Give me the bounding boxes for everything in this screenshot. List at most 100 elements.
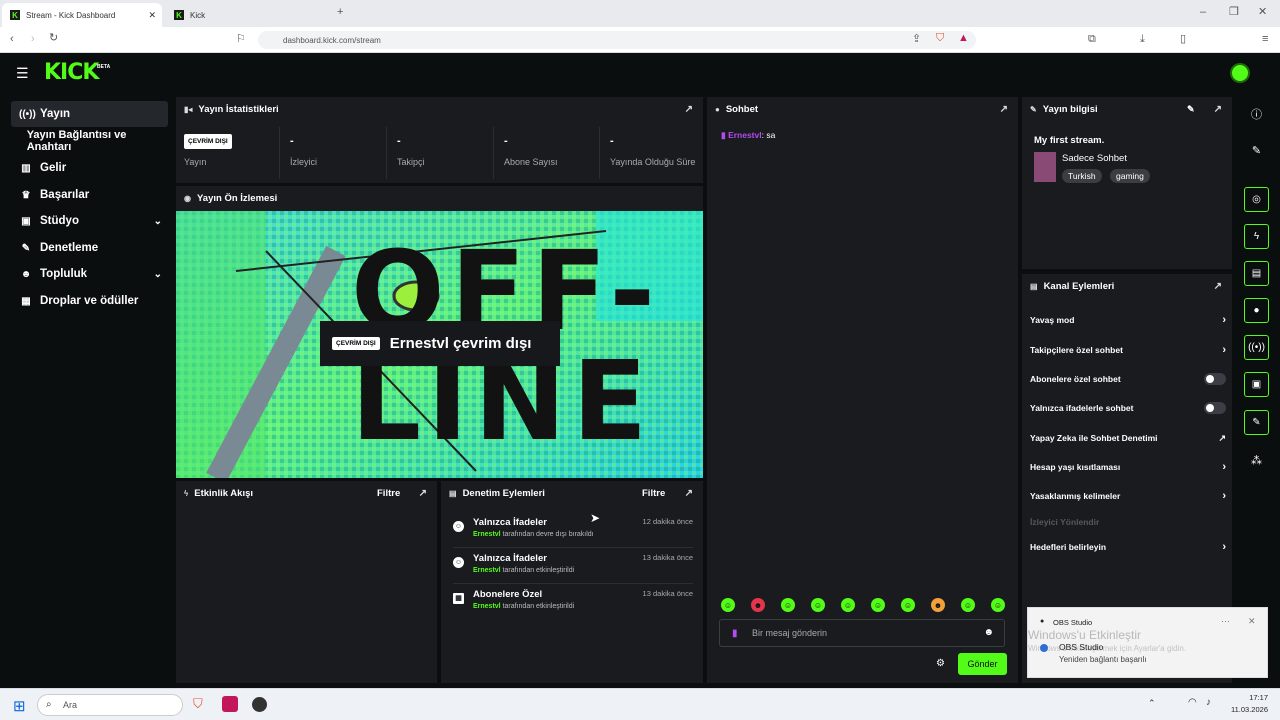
- chat-placeholder: Bir mesaj gönderin: [752, 628, 828, 638]
- emoji-icon[interactable]: ☻: [983, 627, 994, 638]
- external-link-icon[interactable]: ↗: [1214, 281, 1222, 292]
- category-name[interactable]: Sadece Sohbet: [1062, 153, 1127, 164]
- edit-pencil-icon[interactable]: ✎: [1187, 104, 1195, 115]
- tab-kick[interactable]: K Kick: [166, 3, 326, 27]
- action-account-age[interactable]: Hesap yaşı kısıtlaması ›: [1030, 457, 1226, 477]
- url-field[interactable]: dashboard.kick.com/stream: [258, 31, 976, 49]
- wrench-icon[interactable]: ✎: [1244, 410, 1269, 435]
- tray-chevron-icon[interactable]: ⌃: [1148, 698, 1156, 709]
- broadcast-icon[interactable]: ((•)): [1244, 335, 1269, 360]
- volume-icon[interactable]: ♪: [1206, 697, 1211, 708]
- action-ai-moderation[interactable]: Yapay Zeka ile Sohbet Denetimi ↗: [1030, 428, 1226, 448]
- emote-icon[interactable]: ☺: [901, 598, 915, 612]
- pinned-app-icon[interactable]: [222, 696, 238, 712]
- chevron-right-icon: ›: [1222, 541, 1226, 553]
- info-icon[interactable]: ⓘ: [1244, 101, 1269, 126]
- download-icon[interactable]: ⤓: [1140, 34, 1145, 45]
- share-icon[interactable]: ⇪: [912, 34, 921, 45]
- settings-gear-icon[interactable]: ⚙: [936, 658, 945, 669]
- add-widget-icon[interactable]: ⁂: [1244, 448, 1269, 473]
- action-slow-mode[interactable]: Yavaş mod ›: [1030, 310, 1226, 330]
- close-icon[interactable]: ✕: [1248, 616, 1256, 627]
- panel-header: ▤ Denetim Eylemleri Filtre ↗: [441, 481, 703, 505]
- emote-icon[interactable]: ☺: [721, 598, 735, 612]
- tab-stream-dashboard[interactable]: K Stream - Kick Dashboard ✕: [2, 3, 162, 27]
- sidebar-item-stream-key[interactable]: Yayın Bağlantısı ve Anahtarı: [11, 128, 168, 154]
- send-button[interactable]: Gönder: [958, 653, 1007, 675]
- maximize-icon[interactable]: ❐: [1229, 7, 1239, 18]
- obs-app-icon[interactable]: [252, 697, 267, 712]
- tag-chip[interactable]: Turkish: [1062, 169, 1102, 183]
- bolt-icon[interactable]: ϟ: [1244, 224, 1269, 249]
- emote-icon[interactable]: ☺: [781, 598, 795, 612]
- avatar[interactable]: [1230, 63, 1250, 83]
- address-bar: ‹ › ↻ ⚐ dashboard.kick.com/stream ⇪ ⛉ ▲ …: [0, 27, 1280, 53]
- action-banned-words[interactable]: Yasaklanmış kelimeler ›: [1030, 486, 1226, 506]
- emote-icon[interactable]: ☻: [751, 598, 765, 612]
- wifi-icon[interactable]: ◠: [1188, 697, 1197, 708]
- stat-label: Abone Sayısı: [504, 157, 558, 167]
- external-link-icon[interactable]: ↗: [685, 104, 693, 115]
- emotes-only-toggle[interactable]: [1204, 402, 1226, 414]
- sidebar-item-droplar[interactable]: ▦ Droplar ve ödüller: [11, 288, 168, 314]
- chat-icon[interactable]: ●: [1244, 298, 1269, 323]
- more-options-icon[interactable]: ⋯: [1221, 616, 1230, 627]
- forward-icon[interactable]: ›: [31, 34, 35, 45]
- brave-shield-icon[interactable]: ⛉: [936, 33, 944, 44]
- emote-icon[interactable]: ☺: [961, 598, 975, 612]
- chat-input[interactable]: ▮ Bir mesaj gönderin ☻: [719, 619, 1005, 647]
- menu-icon[interactable]: ≡: [1262, 34, 1268, 45]
- preview-panel: ◉ Yayın Ön İzlemesi: [176, 186, 703, 211]
- emote-icon[interactable]: ☺: [871, 598, 885, 612]
- emote-icon[interactable]: ☺: [811, 598, 825, 612]
- emote-icon[interactable]: ☻: [931, 598, 945, 612]
- channel-icon[interactable]: ▣: [1244, 372, 1269, 397]
- panel-header: ✎ Yayın bilgisi ✎ ↗: [1022, 97, 1232, 121]
- sidebar-item-denetleme[interactable]: ✎ Denetleme: [11, 235, 168, 261]
- close-tab-icon[interactable]: ✕: [148, 10, 156, 21]
- sidebar-item-gelir[interactable]: ▥ Gelir: [11, 155, 168, 181]
- bookmark-icon[interactable]: ⚐: [236, 34, 246, 45]
- new-tab-icon[interactable]: +: [337, 7, 343, 18]
- hamburger-icon[interactable]: ☰: [16, 65, 29, 82]
- external-link-icon[interactable]: ↗: [419, 488, 427, 499]
- camera-icon[interactable]: ◎: [1244, 187, 1269, 212]
- external-link-icon[interactable]: ↗: [1214, 104, 1222, 115]
- sidebar-item-basarilar[interactable]: ♛ Başarılar: [11, 182, 168, 208]
- filter-button[interactable]: Filtre: [642, 488, 665, 499]
- extensions-icon[interactable]: ⧉: [1088, 34, 1096, 45]
- sidebar-item-studyo[interactable]: ▣ Stüdyo ⌄: [11, 208, 168, 234]
- tag-chip[interactable]: gaming: [1110, 169, 1150, 183]
- windows-start-icon[interactable]: ⊞: [13, 697, 26, 715]
- action-followers-only[interactable]: Takipçilere özel sohbet ›: [1030, 340, 1226, 360]
- minimize-icon[interactable]: –: [1200, 7, 1206, 18]
- clipboard-icon[interactable]: ▤: [1244, 261, 1269, 286]
- sidebar-item-label: Başarılar: [40, 189, 90, 201]
- emote-icon[interactable]: ☺: [841, 598, 855, 612]
- emote-icon[interactable]: ☺: [991, 598, 1005, 612]
- subscribers-only-toggle[interactable]: [1204, 373, 1226, 385]
- chat-username[interactable]: Ernestvl: [728, 130, 762, 140]
- sidebar-item-yayin[interactable]: ((•)) Yayın: [11, 101, 168, 127]
- rewards-icon[interactable]: ▲: [958, 33, 969, 44]
- external-link-icon[interactable]: ↗: [1000, 104, 1008, 115]
- sidebar-item-topluluk[interactable]: ☻ Topluluk ⌄: [11, 261, 168, 287]
- brave-app-icon[interactable]: ⛉: [193, 696, 203, 712]
- clock-time[interactable]: 17:17: [1228, 693, 1268, 702]
- action-set-goals[interactable]: Hedefleri belirleyin ›: [1030, 537, 1226, 557]
- sidebar-toggle-icon[interactable]: ▯: [1180, 34, 1186, 45]
- edit-pencil-icon[interactable]: ✎: [1244, 138, 1269, 163]
- taskbar-search[interactable]: ⌕ Ara: [37, 694, 183, 716]
- reload-icon[interactable]: ↻: [49, 33, 58, 44]
- clock-date[interactable]: 11.03.2026: [1228, 705, 1268, 714]
- offline-card: ÇEVRİM DIŞI Ernestvl çevrim dışı: [320, 321, 560, 366]
- stat-followers: - Takipçi: [389, 127, 494, 179]
- kick-logo[interactable]: KICK: [44, 60, 99, 85]
- window-close-icon[interactable]: ✕: [1258, 7, 1267, 18]
- mic-icon: ▮: [732, 628, 738, 639]
- stat-label: İzleyici: [290, 157, 318, 167]
- back-icon[interactable]: ‹: [10, 34, 14, 45]
- filter-button[interactable]: Filtre: [377, 488, 400, 499]
- external-link-icon[interactable]: ↗: [685, 488, 693, 499]
- notification-toast[interactable]: ● OBS Studio ⋯ ✕ Windows'u Etkinleştir W…: [1027, 607, 1268, 678]
